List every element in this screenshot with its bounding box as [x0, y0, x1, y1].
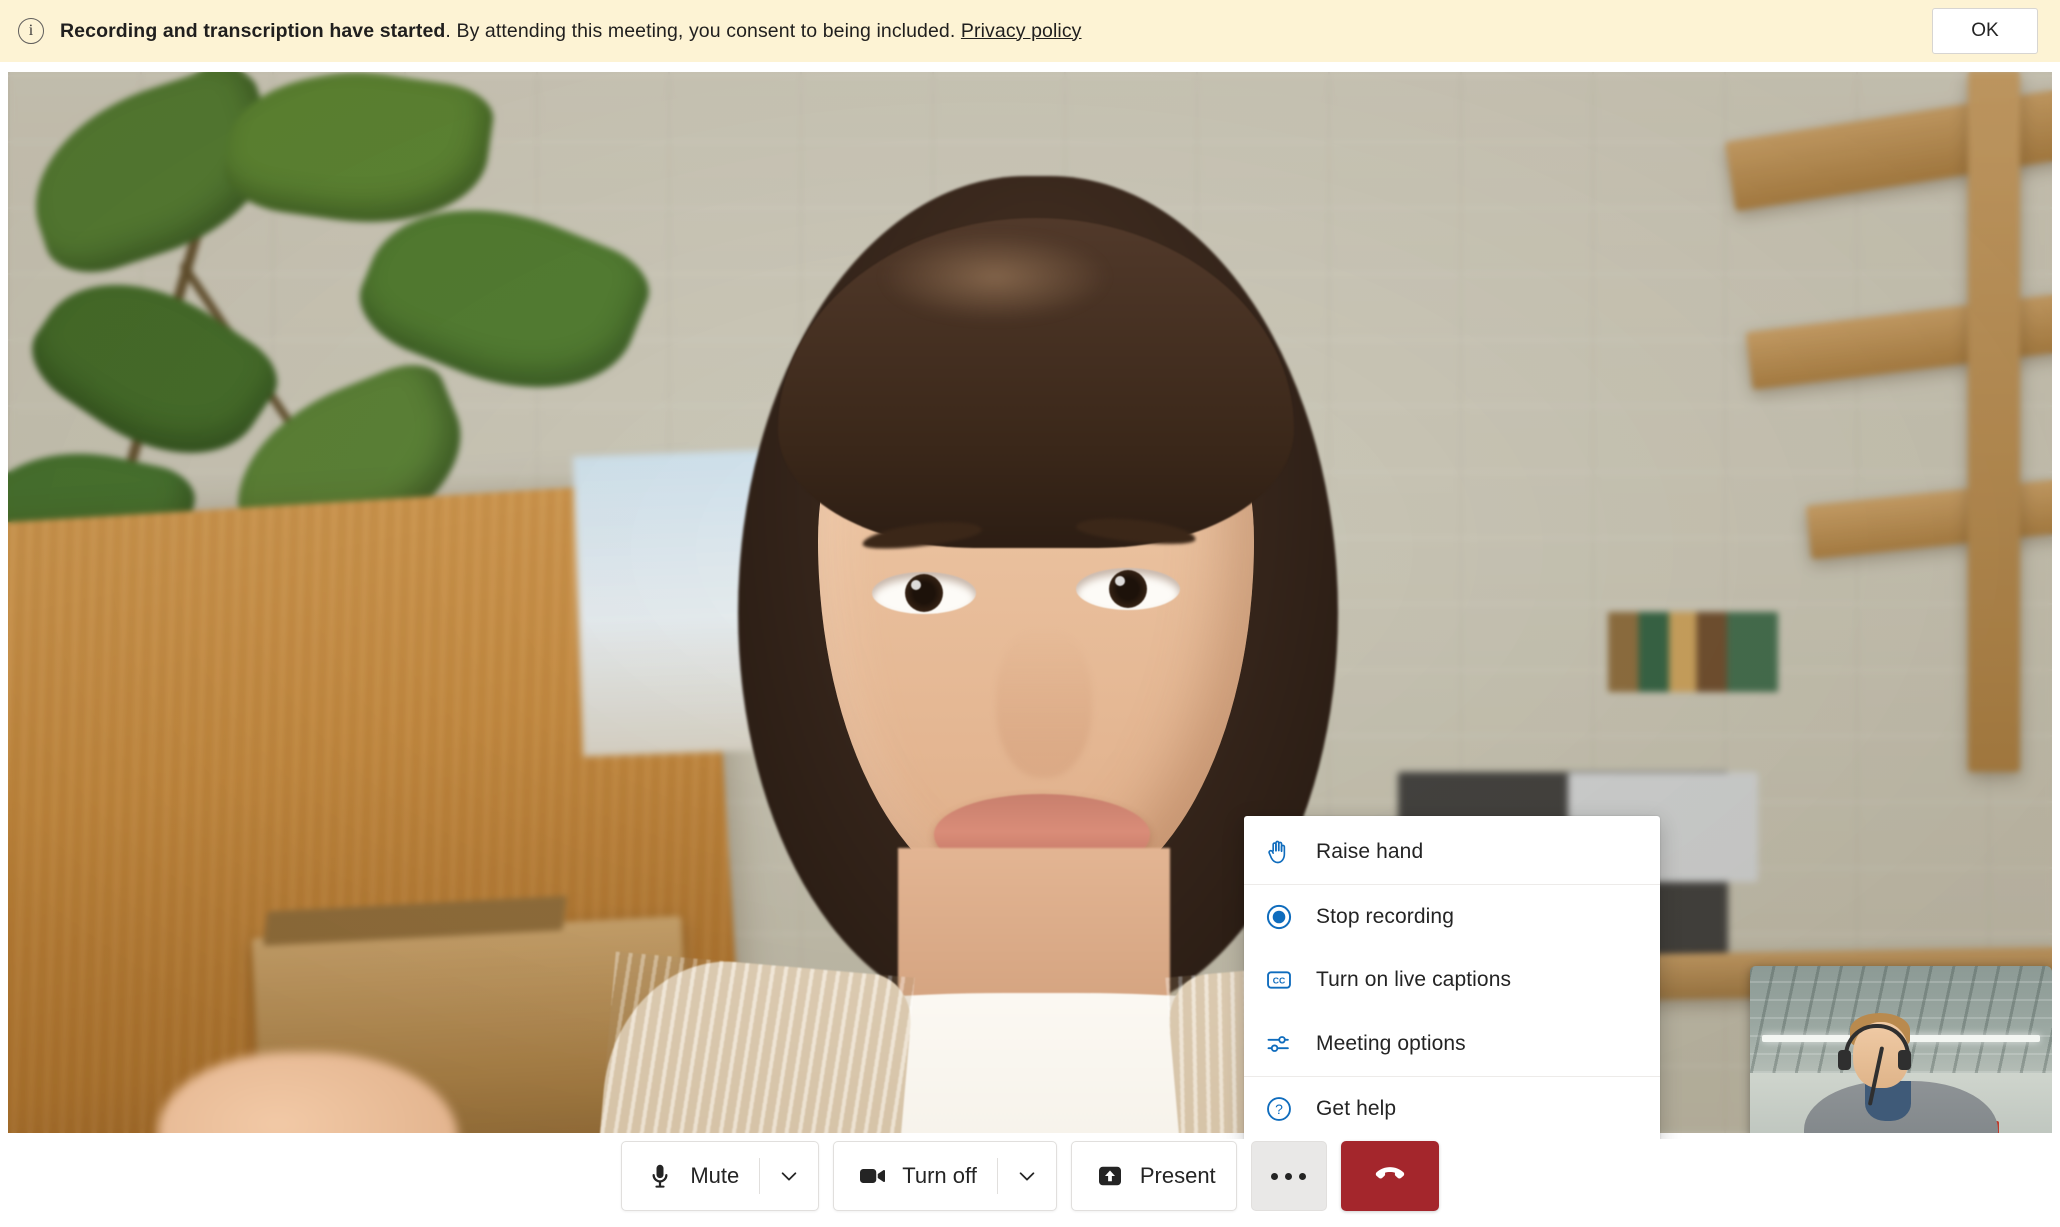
microphone-icon — [644, 1160, 676, 1192]
video-stage — [8, 72, 2052, 1133]
present-button[interactable]: Present — [1070, 1141, 1237, 1211]
menu-item-live-captions[interactable]: CC Turn on live captions — [1244, 948, 1660, 1012]
mute-button[interactable]: Mute — [622, 1142, 759, 1210]
present-button-inner: Present — [1072, 1142, 1236, 1210]
meeting-window: i Recording and transcription have start… — [0, 0, 2060, 1227]
main-participant-video[interactable] — [8, 72, 2052, 1133]
meeting-options-icon — [1264, 1029, 1294, 1059]
banner-ok-button[interactable]: OK — [1932, 8, 2038, 54]
menu-item-raise-hand[interactable]: Raise hand — [1244, 820, 1660, 884]
share-screen-icon — [1094, 1160, 1126, 1192]
svg-text:CC: CC — [1273, 976, 1285, 986]
meeting-controls-toolbar: Mute Turn off Present — [0, 1139, 2060, 1227]
camera-control-group: Turn off — [833, 1141, 1057, 1211]
mute-button-label: Mute — [690, 1163, 740, 1188]
menu-label-meeting-options: Meeting options — [1316, 1032, 1466, 1055]
headset-cup-left — [1837, 1050, 1851, 1071]
menu-item-stop-recording[interactable]: Stop recording — [1244, 884, 1660, 948]
menu-item-get-help[interactable]: ? Get help — [1244, 1076, 1660, 1140]
turn-off-camera-button[interactable]: Turn off — [834, 1142, 997, 1210]
eye-right — [1076, 568, 1180, 610]
recording-notice-banner: i Recording and transcription have start… — [0, 0, 2060, 62]
present-button-label: Present — [1139, 1163, 1216, 1188]
camera-options-chevron-down-icon[interactable] — [998, 1142, 1056, 1210]
turn-off-camera-label: Turn off — [902, 1163, 977, 1188]
closed-captions-icon: CC — [1264, 965, 1294, 995]
recording-notice-body: . By attending this meeting, you consent… — [445, 19, 961, 42]
menu-label-get-help: Get help — [1316, 1096, 1397, 1120]
menu-label-stop-recording: Stop recording — [1316, 904, 1454, 928]
camera-icon — [856, 1160, 888, 1192]
svg-text:?: ? — [1275, 1101, 1283, 1117]
mic-control-group: Mute — [621, 1141, 820, 1211]
menu-item-meeting-options[interactable]: Meeting options — [1244, 1012, 1660, 1076]
headset-cup-right — [1897, 1050, 1911, 1071]
more-actions-menu: Raise hand Stop recording CC Turn on liv… — [1244, 816, 1660, 1144]
more-actions-button[interactable] — [1250, 1141, 1327, 1211]
help-circle-icon: ? — [1264, 1094, 1294, 1124]
hair-highlight — [880, 232, 1110, 322]
sweater-left — [585, 951, 915, 1133]
menu-label-live-captions: Turn on live captions — [1316, 968, 1512, 991]
self-view-thumbnail[interactable] — [1750, 966, 2052, 1133]
hang-up-icon — [1372, 1156, 1408, 1197]
menu-label-raise-hand: Raise hand — [1316, 840, 1424, 863]
nose — [996, 628, 1092, 778]
recording-notice-text: Recording and transcription have started… — [60, 20, 1082, 43]
stop-recording-icon — [1264, 902, 1294, 932]
hang-up-button[interactable] — [1340, 1141, 1439, 1211]
info-circle-icon: i — [18, 18, 44, 44]
raise-hand-icon — [1264, 837, 1294, 867]
recording-notice-headline: Recording and transcription have started — [60, 19, 446, 42]
more-horizontal-icon — [1271, 1172, 1307, 1180]
mic-options-chevron-down-icon[interactable] — [760, 1142, 818, 1210]
privacy-policy-link[interactable]: Privacy policy — [961, 20, 1082, 42]
eye-left — [872, 572, 976, 614]
